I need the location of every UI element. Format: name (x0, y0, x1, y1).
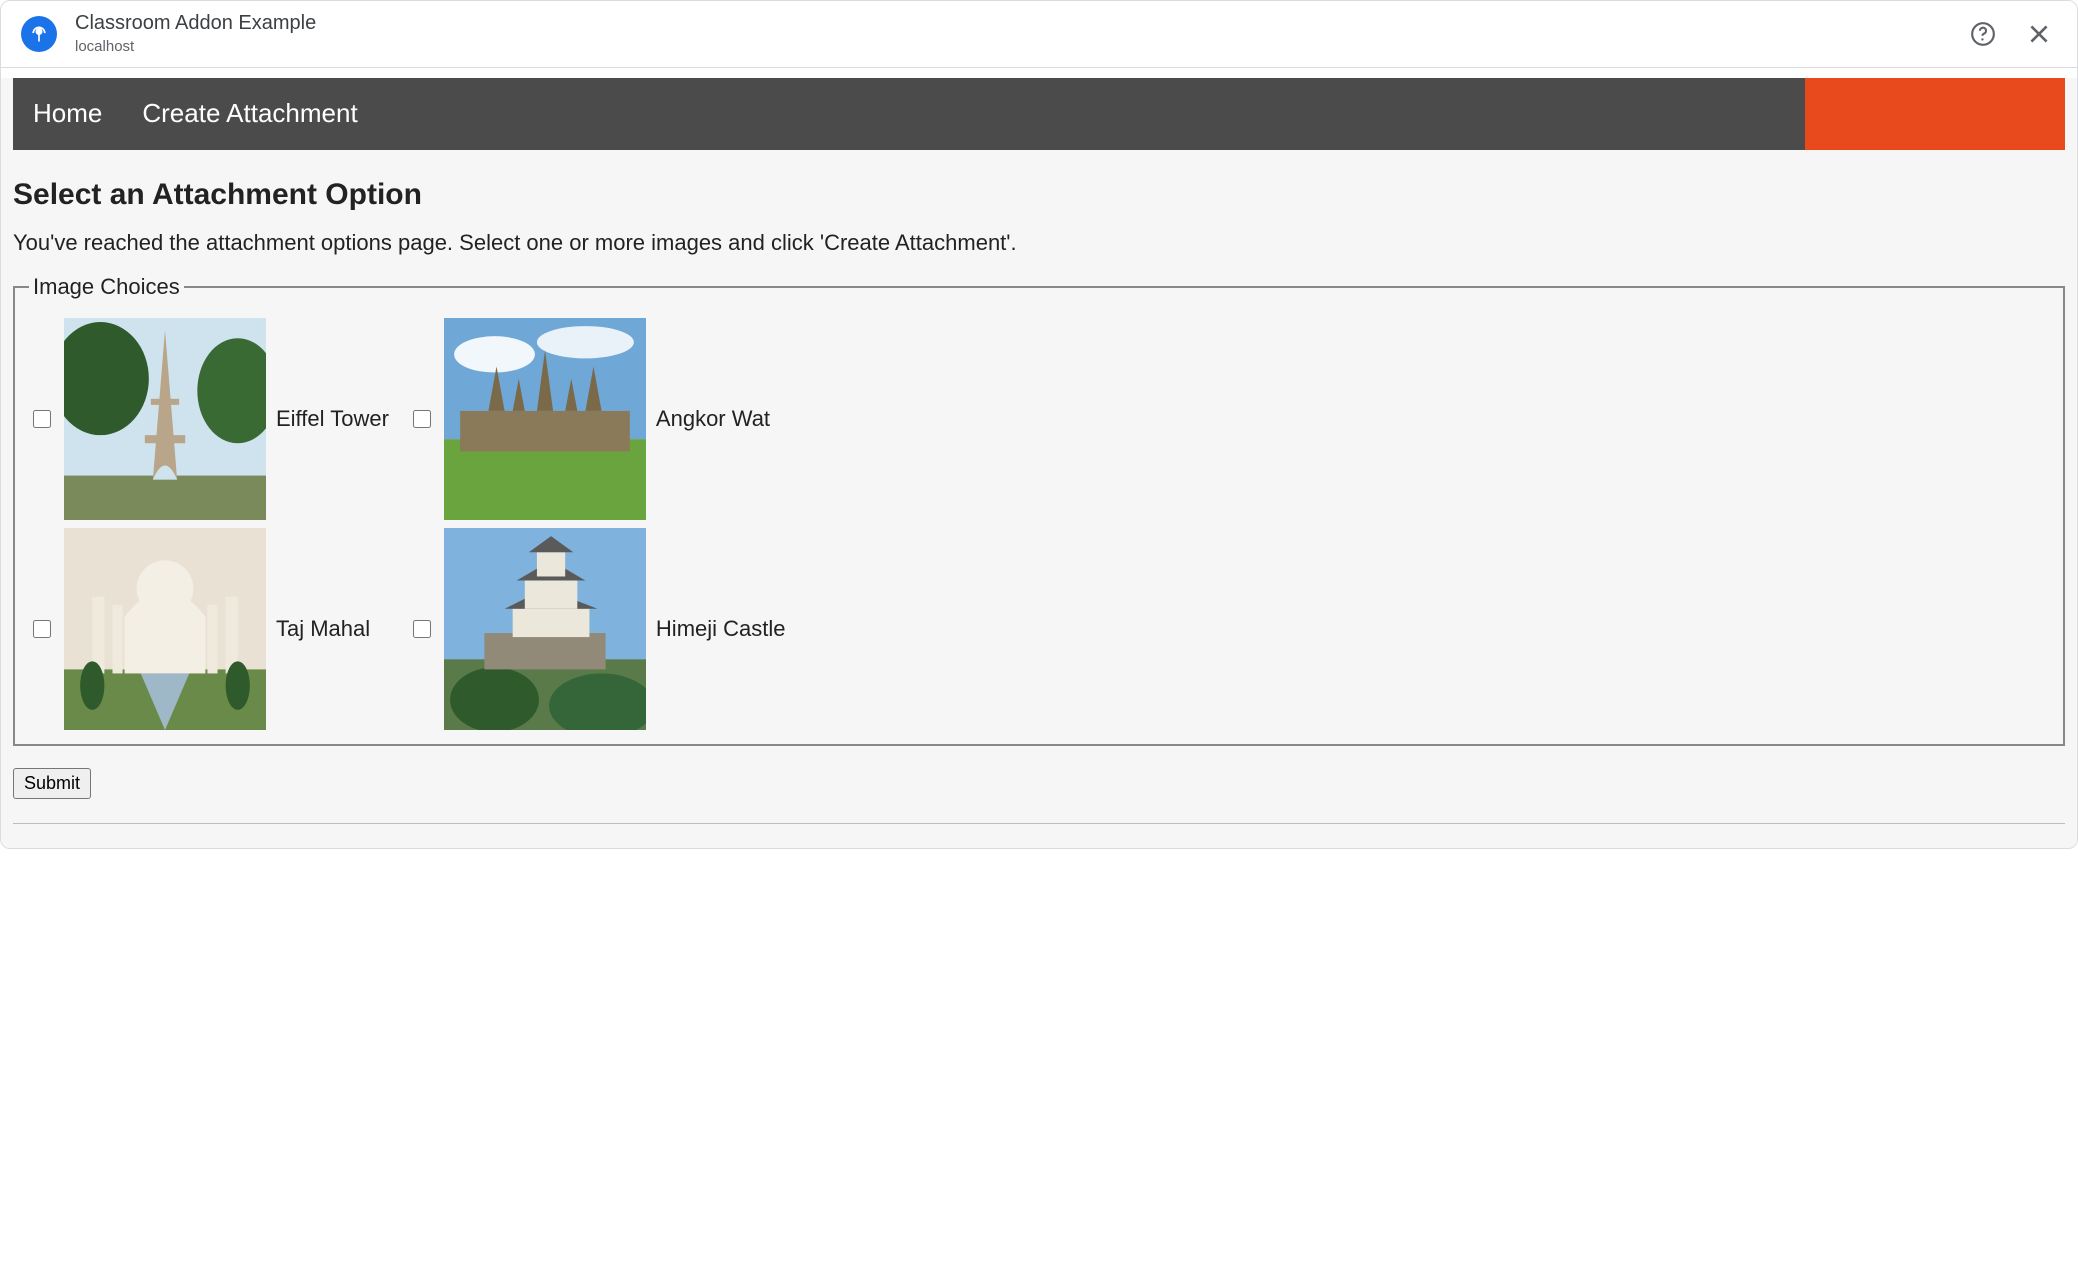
choice-taj-mahal[interactable]: Taj Mahal (29, 528, 389, 730)
header: Classroom Addon Example localhost (1, 1, 2077, 68)
separator (13, 823, 2065, 824)
help-icon[interactable] (1963, 14, 2003, 54)
submit-row: Submit (13, 768, 2065, 799)
nav-create-attachment[interactable]: Create Attachment (122, 78, 377, 150)
checkbox-angkor-wat[interactable] (413, 410, 431, 428)
nav-home[interactable]: Home (13, 78, 122, 150)
checkbox-eiffel-tower[interactable] (33, 410, 51, 428)
app-icon (21, 16, 57, 52)
label-angkor-wat: Angkor Wat (656, 406, 770, 432)
label-eiffel-tower: Eiffel Tower (276, 406, 389, 432)
header-titles: Classroom Addon Example localhost (75, 11, 316, 57)
choice-himeji-castle[interactable]: Himeji Castle (409, 528, 786, 730)
submit-button[interactable]: Submit (13, 768, 91, 799)
addon-window: Classroom Addon Example localhost Home C… (0, 0, 2078, 849)
content: Home Create Attachment Select an Attachm… (1, 78, 2077, 848)
fieldset-legend: Image Choices (29, 274, 184, 300)
thumb-himeji-castle (444, 528, 646, 730)
choice-eiffel-tower[interactable]: Eiffel Tower (29, 318, 389, 520)
choices-grid: Eiffel Tower (29, 318, 2049, 730)
app-subtitle: localhost (75, 38, 316, 57)
nav-home-label: Home (33, 98, 102, 129)
nav-create-label: Create Attachment (142, 98, 357, 129)
choice-angkor-wat[interactable]: Angkor Wat (409, 318, 786, 520)
page-heading: Select an Attachment Option (13, 178, 2065, 212)
nav-bar: Home Create Attachment (13, 78, 2065, 150)
image-choices-fieldset: Image Choices (13, 274, 2065, 746)
nav-accent (1805, 78, 2065, 150)
checkbox-himeji-castle[interactable] (413, 620, 431, 638)
close-icon[interactable] (2019, 14, 2059, 54)
thumb-angkor-wat (444, 318, 646, 520)
app-title: Classroom Addon Example (75, 11, 316, 36)
checkbox-taj-mahal[interactable] (33, 620, 51, 638)
page-lead: You've reached the attachment options pa… (13, 230, 2065, 256)
thumb-taj-mahal (64, 528, 266, 730)
label-taj-mahal: Taj Mahal (276, 616, 370, 642)
label-himeji-castle: Himeji Castle (656, 616, 786, 642)
thumb-eiffel-tower (64, 318, 266, 520)
